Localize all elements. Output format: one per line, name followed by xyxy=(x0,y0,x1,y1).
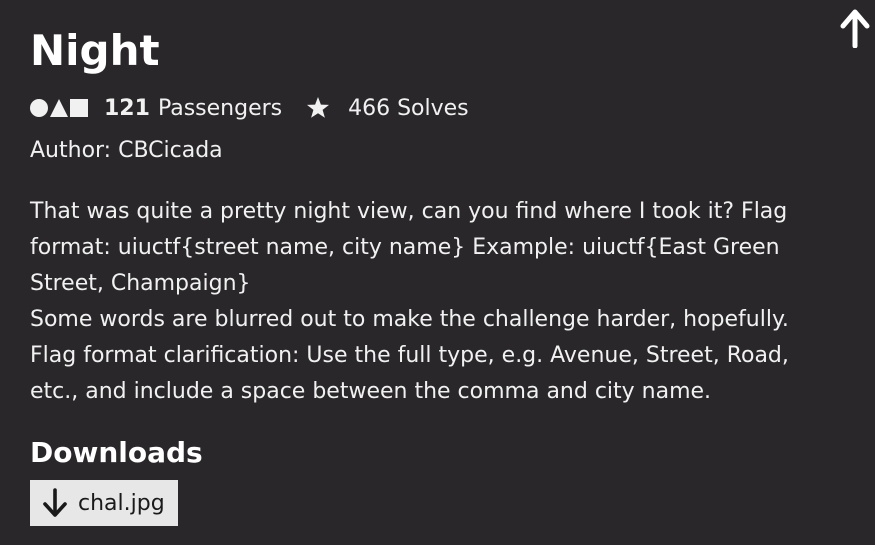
challenge-description: That was quite a pretty night view, can … xyxy=(30,194,830,410)
passenger-count: 121 xyxy=(104,95,150,121)
download-file-name: chal.jpg xyxy=(78,490,165,516)
download-chal-jpg-button[interactable]: chal.jpg xyxy=(30,480,178,526)
shapes-icon xyxy=(30,99,88,117)
description-paragraph: That was quite a pretty night view, can … xyxy=(30,199,788,296)
challenge-stats: 121 Passengers 466 Solves xyxy=(30,92,469,124)
downloads-heading: Downloads xyxy=(30,436,203,469)
arrow-down-icon xyxy=(43,488,67,517)
description-paragraph: Some words are blurred out to make the c… xyxy=(30,307,789,404)
challenge-title: Night xyxy=(30,26,160,75)
arrow-up-icon[interactable] xyxy=(839,8,871,48)
star-icon xyxy=(307,97,330,118)
passenger-label: Passengers xyxy=(157,95,283,121)
solves-count: 466 Solves xyxy=(348,95,469,121)
author: Author: CBCicada xyxy=(30,138,223,163)
